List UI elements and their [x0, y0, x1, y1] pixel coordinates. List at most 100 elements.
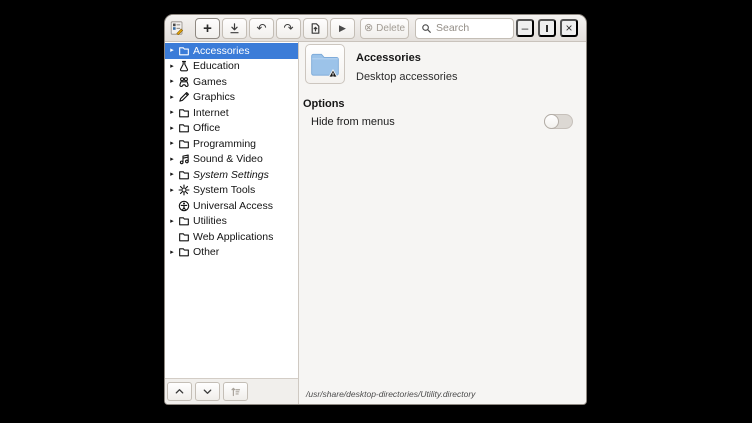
launcher-meta: Accessories Desktop accessories	[356, 44, 458, 83]
sidebar-item-label: System Tools	[193, 184, 255, 196]
delete-icon: ⊗	[364, 23, 373, 34]
music-icon	[177, 153, 191, 166]
expander-icon[interactable]: ▸	[165, 218, 177, 225]
folder-icon	[177, 246, 191, 259]
menu-editor-window: + ↶ ↷ ▶ ⊗ Delete	[165, 15, 586, 404]
sidebar-item-graphics[interactable]: ▸ Graphics	[165, 90, 298, 106]
sidebar-item-internet[interactable]: ▸ Internet	[165, 105, 298, 121]
hide-from-menus-toggle[interactable]	[544, 114, 573, 129]
sidebar-item-universal-access[interactable]: Universal Access	[165, 198, 298, 214]
undo-button[interactable]: ↶	[249, 18, 274, 39]
screen-background: { "colors": { "selection_blue": "#3b7cd8…	[0, 0, 752, 423]
play-icon: ▶	[339, 23, 346, 34]
search-box[interactable]	[415, 18, 514, 39]
launcher-header: Accessories Desktop accessories	[299, 42, 586, 84]
hide-from-menus-row: Hide from menus	[311, 114, 573, 129]
save-launcher-button[interactable]	[222, 18, 247, 39]
sidebar-item-label: Graphics	[193, 91, 235, 103]
sort-icon	[230, 386, 241, 397]
category-sidebar: ▸ Accessories ▸ Education ▸ Games ▸ Graphics ▸ In…	[165, 42, 299, 404]
graphics-icon	[177, 91, 191, 104]
chevron-up-icon	[174, 386, 185, 397]
sidebar-item-label: Web Applications	[193, 231, 273, 243]
window-controls: – ×	[516, 19, 578, 37]
expander-icon[interactable]: ▸	[165, 140, 177, 147]
sidebar-item-label: Other	[193, 246, 219, 258]
revert-icon	[309, 22, 322, 35]
details-panel: Accessories Desktop accessories Options …	[299, 42, 586, 404]
expander-icon[interactable]: ▸	[165, 187, 177, 194]
expander-icon[interactable]: ▸	[165, 249, 177, 256]
folder-icon	[177, 122, 191, 135]
folder-icon	[177, 215, 191, 228]
gear-icon	[177, 184, 191, 197]
sidebar-item-label: Sound & Video	[193, 153, 263, 165]
folder-icon	[177, 230, 191, 243]
sidebar-item-games[interactable]: ▸ Games	[165, 74, 298, 90]
sidebar-item-other[interactable]: ▸ Other	[165, 245, 298, 261]
flask-icon	[177, 60, 191, 73]
directory-file-path: /usr/share/desktop-directories/Utility.d…	[306, 389, 475, 399]
sidebar-tree: ▸ Accessories ▸ Education ▸ Games ▸ Graphics ▸ In…	[165, 42, 298, 378]
add-launcher-button[interactable]: +	[195, 18, 220, 39]
move-up-button[interactable]	[167, 382, 192, 401]
sidebar-item-programming[interactable]: ▸Programming	[165, 136, 298, 152]
search-input[interactable]	[436, 22, 508, 34]
expander-icon[interactable]: ▸	[165, 125, 177, 132]
sidebar-item-utilities[interactable]: ▸Utilities	[165, 214, 298, 230]
sidebar-item-label: System Settings	[193, 169, 269, 181]
redo-button[interactable]: ↷	[276, 18, 301, 39]
folder-icon	[177, 106, 191, 119]
save-icon	[228, 22, 241, 35]
execute-launcher-button[interactable]: ▶	[330, 18, 355, 39]
sidebar-item-system-tools[interactable]: ▸ System Tools	[165, 183, 298, 199]
options-heading: Options	[303, 98, 586, 110]
close-button[interactable]: ×	[560, 19, 578, 37]
delete-button[interactable]: ⊗ Delete	[360, 18, 409, 39]
sidebar-item-education[interactable]: ▸ Education	[165, 59, 298, 75]
hide-from-menus-label: Hide from menus	[311, 116, 395, 128]
window-content: ▸ Accessories ▸ Education ▸ Games ▸ Graphics ▸ In…	[165, 42, 586, 404]
app-icon	[170, 21, 184, 35]
minimize-button[interactable]: –	[516, 19, 534, 37]
delete-button-label: Delete	[376, 23, 405, 34]
sidebar-item-label: Games	[193, 76, 227, 88]
expander-icon[interactable]: ▸	[165, 63, 177, 70]
sidebar-item-label: Education	[193, 60, 240, 72]
maximize-button[interactable]	[538, 19, 556, 37]
sidebar-item-web-applications[interactable]: Web Applications	[165, 229, 298, 245]
headerbar: + ↶ ↷ ▶ ⊗ Delete	[165, 15, 586, 42]
sidebar-item-accessories[interactable]: ▸ Accessories	[165, 43, 298, 59]
maximize-icon	[546, 25, 548, 32]
undo-icon: ↶	[256, 21, 266, 35]
folder-icon	[309, 50, 341, 79]
expander-icon[interactable]: ▸	[165, 156, 177, 163]
sidebar-item-label: Accessories	[193, 45, 250, 57]
chevron-down-icon	[202, 386, 213, 397]
sidebar-item-system-settings[interactable]: ▸ System Settings	[165, 167, 298, 183]
folder-icon	[177, 168, 191, 181]
redo-icon: ↷	[283, 21, 293, 35]
sidebar-item-office[interactable]: ▸ Office	[165, 121, 298, 137]
sidebar-item-label: Office	[193, 122, 220, 134]
expander-icon[interactable]: ▸	[165, 78, 177, 85]
revert-button[interactable]	[303, 18, 328, 39]
expander-icon[interactable]: ▸	[165, 109, 177, 116]
launcher-subtitle: Desktop accessories	[356, 71, 458, 83]
sidebar-item-sound-video[interactable]: ▸ Sound & Video	[165, 152, 298, 168]
sort-alphabetically-button[interactable]	[223, 382, 248, 401]
expander-icon[interactable]: ▸	[165, 47, 177, 54]
launcher-icon-button[interactable]	[305, 44, 345, 84]
gamepad-icon	[177, 75, 191, 88]
toggle-knob	[544, 114, 559, 129]
launcher-title: Accessories	[356, 52, 458, 64]
move-down-button[interactable]	[195, 382, 220, 401]
search-icon	[421, 23, 432, 34]
sidebar-item-label: Internet	[193, 107, 229, 119]
expander-icon[interactable]: ▸	[165, 171, 177, 178]
sidebar-toolbar	[165, 378, 298, 404]
statusbar: /usr/share/desktop-directories/Utility.d…	[306, 389, 475, 399]
sidebar-item-label: Universal Access	[193, 200, 273, 212]
expander-icon[interactable]: ▸	[165, 94, 177, 101]
folder-icon	[177, 137, 191, 150]
